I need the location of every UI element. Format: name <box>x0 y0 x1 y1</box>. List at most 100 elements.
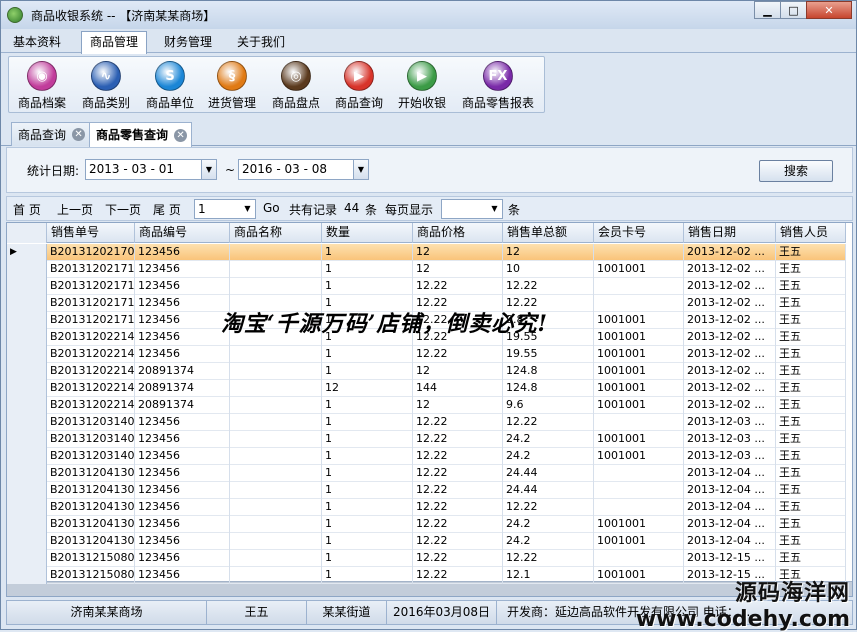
menu-basic-info[interactable]: 基本资料 <box>5 32 69 53</box>
table-cell: 20891374 <box>135 363 230 380</box>
go-button[interactable]: Go <box>263 201 280 215</box>
table-row[interactable]: B20131202214...123456 112.2219.5510010012… <box>7 346 846 363</box>
purchase-icon: § <box>217 61 247 91</box>
table-row[interactable]: B20131215080...123456112.2212.222013-12-… <box>7 550 846 567</box>
row-header[interactable] <box>7 346 47 363</box>
row-header[interactable] <box>7 482 47 499</box>
table-cell: B20131202214... <box>47 397 135 414</box>
minimize-button[interactable]: ▁ <box>754 1 781 19</box>
table-cell: 2013-12-04 ... <box>684 499 776 516</box>
ribbon-button-3[interactable]: § 进货管理 <box>201 61 263 111</box>
table-row[interactable]: B20131203140...123456 112.2224.2100100120… <box>7 431 846 448</box>
row-header[interactable] <box>7 278 47 295</box>
column-header[interactable]: 商品价格 <box>413 223 503 243</box>
prev-page-link[interactable]: 上一页 <box>57 201 93 218</box>
tab-retail-query[interactable]: 商品零售查询 ✕ <box>89 122 193 147</box>
table-cell: 2013-12-04 ... <box>684 482 776 499</box>
table-cell: B20131202171... <box>47 312 135 329</box>
row-header[interactable] <box>7 414 47 431</box>
menu-product-management[interactable]: 商品管理 <box>81 31 148 54</box>
table-cell: 1 <box>322 465 413 482</box>
table-row[interactable]: B20131204130...123456112.2212.222013-12-… <box>7 499 846 516</box>
start-date-picker[interactable]: 2013 - 03 - 01 ▼ <box>85 159 217 180</box>
column-header[interactable]: 销售单号 <box>47 223 135 243</box>
close-tab-icon[interactable]: ✕ <box>72 128 86 141</box>
ribbon-button-7[interactable]: FX 商品零售报表 <box>457 61 539 111</box>
chevron-down-icon[interactable]: ▼ <box>487 200 502 218</box>
menu-finance[interactable]: 财务管理 <box>156 32 220 53</box>
table-row[interactable]: B20131202214...20891374 112124.8100100120… <box>7 363 846 380</box>
row-header[interactable] <box>7 550 47 567</box>
ribbon-button-2[interactable]: S 商品单位 <box>139 61 201 111</box>
table-cell <box>230 278 322 295</box>
maximize-button[interactable]: □ <box>780 1 807 19</box>
search-button[interactable]: 搜索 <box>759 160 833 182</box>
table-cell: 1 <box>322 363 413 380</box>
table-cell: 1001001 <box>594 346 684 363</box>
tab-product-query[interactable]: 商品查询 ✕ <box>11 122 91 146</box>
per-page-select[interactable]: ▼ <box>441 199 503 219</box>
row-pointer-icon[interactable]: ▶ <box>7 244 47 261</box>
row-header[interactable] <box>7 499 47 516</box>
table-row[interactable]: B20131202171...123456112.2212.222013-12-… <box>7 278 846 295</box>
table-cell: 1 <box>322 414 413 431</box>
column-header[interactable]: 销售单总额 <box>503 223 594 243</box>
per-page-suffix: 条 <box>508 203 521 217</box>
column-header[interactable]: 销售日期 <box>684 223 776 243</box>
chevron-down-icon[interactable]: ▼ <box>353 160 368 179</box>
table-cell: 1 <box>322 278 413 295</box>
column-header[interactable]: 数量 <box>322 223 413 243</box>
row-header[interactable] <box>7 431 47 448</box>
chevron-down-icon[interactable]: ▼ <box>240 200 255 218</box>
table-cell: 144 <box>413 380 503 397</box>
table-cell: B20131202214... <box>47 346 135 363</box>
last-page-link[interactable]: 尾 页 <box>153 201 181 218</box>
row-header[interactable] <box>7 465 47 482</box>
ribbon-button-5[interactable]: ▶ 商品查询 <box>328 61 390 111</box>
table-cell: 20891374 <box>135 380 230 397</box>
column-header[interactable]: 会员卡号 <box>594 223 684 243</box>
app-logo-icon <box>7 7 23 23</box>
table-row[interactable]: B20131203140...123456112.2212.222013-12-… <box>7 414 846 431</box>
table-cell: 王五 <box>776 431 846 448</box>
table-row[interactable]: B20131204130...123456 112.2224.44 2013-12-… <box>7 465 846 482</box>
table-cell: 2013-12-02 ... <box>684 244 776 261</box>
page-number-select[interactable]: 1 ▼ <box>194 199 256 219</box>
table-row[interactable]: B20131204130...123456 112.2224.2100100120… <box>7 533 846 550</box>
first-page-link[interactable]: 首 页 <box>13 201 41 218</box>
column-header[interactable]: 销售人员 <box>776 223 846 243</box>
ribbon-button-0[interactable]: ◉ 商品档案 <box>11 61 73 111</box>
row-header[interactable] <box>7 261 47 278</box>
ribbon-button-1[interactable]: ∿ 商品类别 <box>75 61 137 111</box>
row-header[interactable] <box>7 380 47 397</box>
row-header[interactable] <box>7 329 47 346</box>
table-row[interactable]: B20131204130...123456 112.2224.2100100120… <box>7 516 846 533</box>
close-button[interactable]: ✕ <box>806 1 852 19</box>
row-header[interactable] <box>7 448 47 465</box>
close-tab-icon[interactable]: ✕ <box>174 128 188 142</box>
row-header[interactable] <box>7 533 47 550</box>
column-header[interactable]: 商品名称 <box>230 223 322 243</box>
table-row[interactable]: B20131202214...20891374 1129.610010012013… <box>7 397 846 414</box>
table-row[interactable]: ▶B20131202170...123456112122013-12-02 ..… <box>7 244 846 261</box>
row-header[interactable] <box>7 363 47 380</box>
row-header[interactable] <box>7 312 47 329</box>
ribbon-button-4[interactable]: ◎ 商品盘点 <box>265 61 327 111</box>
row-header[interactable] <box>7 516 47 533</box>
end-date-picker[interactable]: 2016 - 03 - 08 ▼ <box>238 159 369 180</box>
menu-about[interactable]: 关于我们 <box>229 32 293 53</box>
table-row[interactable]: B20131202214...20891374 12144124.81001001… <box>7 380 846 397</box>
row-header[interactable] <box>7 295 47 312</box>
table-row[interactable]: B20131203140...123456 112.2224.2100100120… <box>7 448 846 465</box>
chevron-down-icon[interactable]: ▼ <box>201 160 216 179</box>
column-header[interactable]: 商品编号 <box>135 223 230 243</box>
row-header[interactable] <box>7 397 47 414</box>
table-cell <box>594 278 684 295</box>
next-page-link[interactable]: 下一页 <box>105 201 141 218</box>
table-row[interactable]: B20131204130...123456 112.2224.44 2013-12-… <box>7 482 846 499</box>
window-title: 商品收银系统 -- 【济南某某商场】 <box>31 8 216 23</box>
table-row[interactable]: B20131202171...123456 1121010010012013-12… <box>7 261 846 278</box>
table-cell: 1001001 <box>594 329 684 346</box>
row-header[interactable] <box>7 567 47 584</box>
ribbon-button-6[interactable]: ▶ 开始收银 <box>391 61 453 111</box>
